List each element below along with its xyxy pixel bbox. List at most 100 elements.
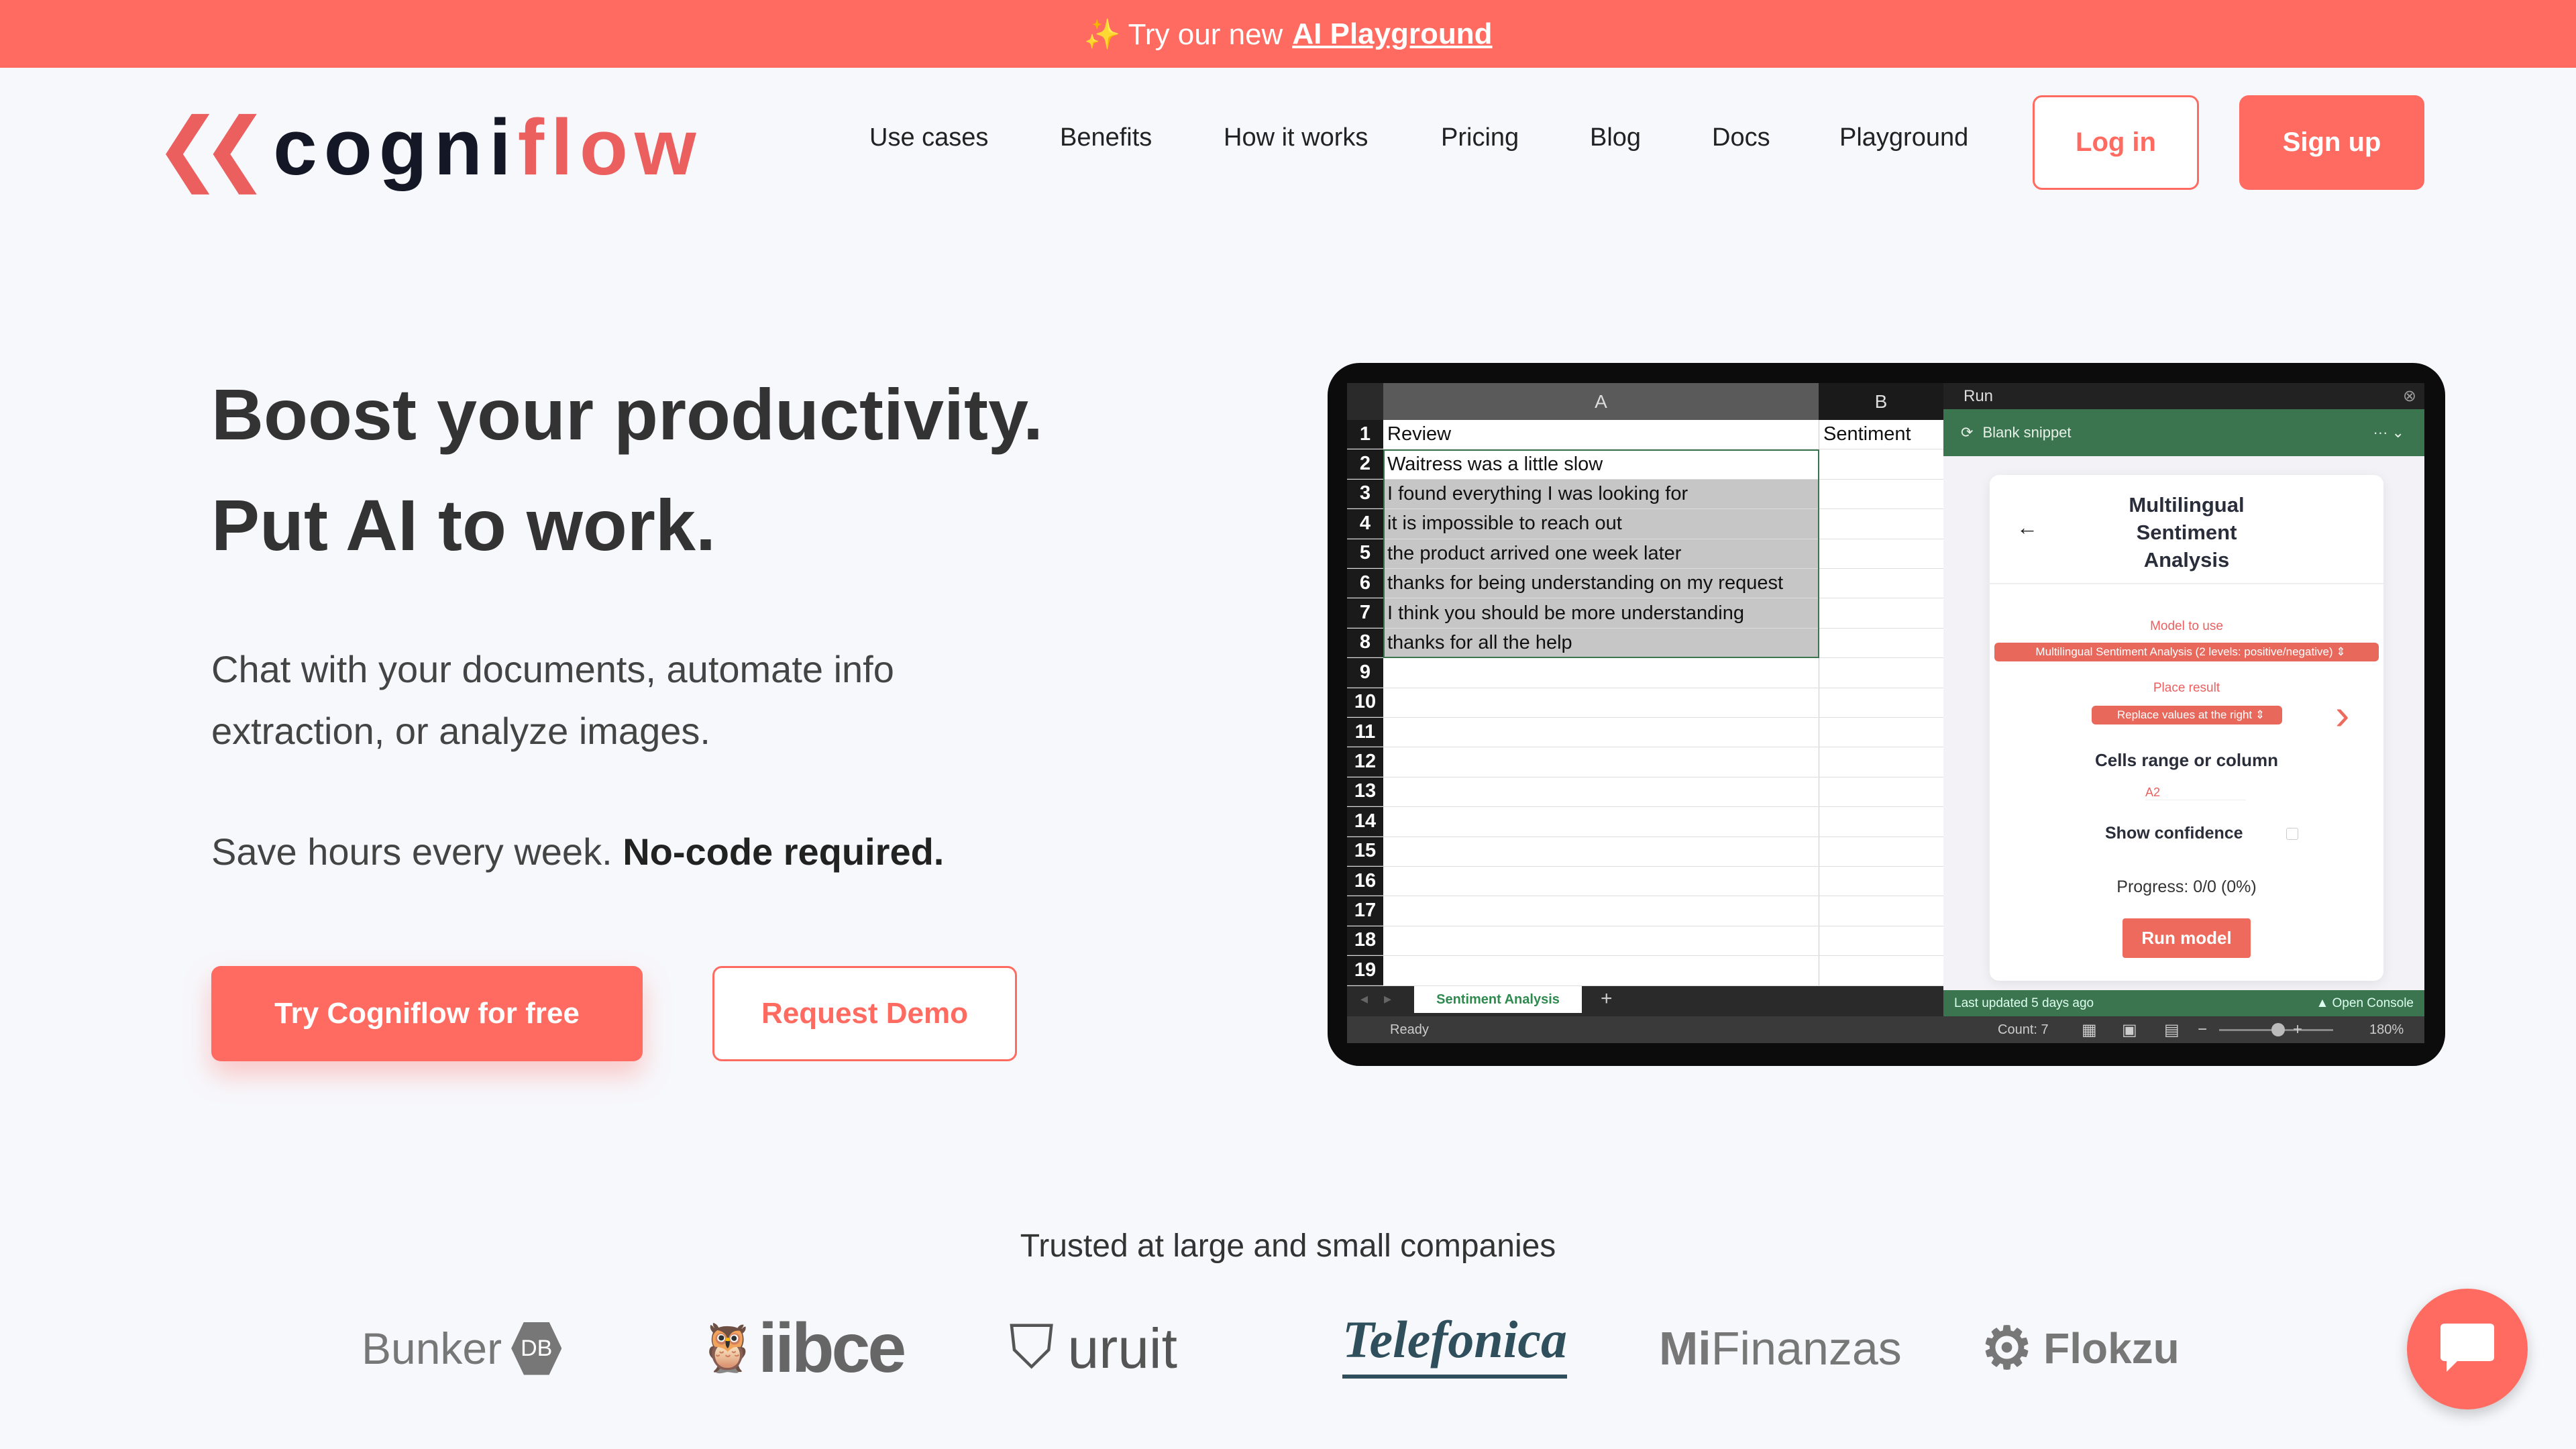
cell-b[interactable] — [1819, 598, 1934, 628]
select-all-corner[interactable] — [1347, 383, 1383, 420]
place-result-select[interactable]: Replace values at the right ⇕ — [2092, 706, 2282, 724]
row-number[interactable]: 13 — [1347, 777, 1383, 807]
cell-a[interactable]: the product arrived one week later — [1383, 539, 1819, 568]
chat-widget-button[interactable] — [2407, 1289, 2528, 1409]
page-layout-icon[interactable]: ▣ — [2122, 1020, 2137, 1040]
cell-a[interactable] — [1383, 956, 1819, 985]
hero-description-line-2: extraction, or analyze images. — [211, 710, 710, 752]
hero-description-line-1: Chat with your documents, automate info — [211, 648, 894, 690]
add-sheet-button[interactable]: + — [1601, 987, 1613, 1010]
chevron-right-icon[interactable]: › — [2335, 690, 2349, 739]
zoom-in-button[interactable]: + — [2293, 1020, 2302, 1039]
zoom-level: 180% — [2369, 1022, 2404, 1037]
cell-a[interactable] — [1383, 747, 1819, 776]
cell-a[interactable] — [1383, 658, 1819, 687]
cell-a[interactable]: it is impossible to reach out — [1383, 509, 1819, 539]
row-number[interactable]: 19 — [1347, 956, 1383, 985]
row-number[interactable]: 9 — [1347, 658, 1383, 688]
open-console-button[interactable]: ▲ Open Console — [2316, 996, 2414, 1011]
row-number[interactable]: 2 — [1347, 449, 1383, 479]
column-header-b[interactable]: B — [1819, 383, 1943, 420]
model-select[interactable]: Multilingual Sentiment Analysis (2 level… — [1994, 643, 2379, 661]
row-number[interactable]: 7 — [1347, 598, 1383, 628]
cell-b[interactable] — [1819, 479, 1934, 509]
cell-a[interactable]: Waitress was a little slow — [1383, 449, 1819, 478]
close-icon[interactable]: ⊗ — [2403, 383, 2416, 409]
confidence-checkbox[interactable] — [2286, 828, 2298, 840]
nav-use-cases[interactable]: Use cases — [869, 121, 988, 154]
cell-a[interactable]: I think you should be more understanding — [1383, 598, 1819, 628]
cell-b[interactable] — [1819, 449, 1934, 479]
zoom-slider[interactable] — [2219, 1023, 2333, 1036]
row-number[interactable]: 16 — [1347, 867, 1383, 896]
cell-b[interactable] — [1819, 628, 1934, 658]
cell-a[interactable]: Review — [1383, 420, 1819, 449]
cell-a[interactable] — [1383, 867, 1819, 896]
cell-b[interactable] — [1819, 569, 1934, 598]
row-number[interactable]: 4 — [1347, 509, 1383, 539]
cell-b[interactable] — [1819, 807, 1934, 837]
cell-b[interactable] — [1819, 718, 1934, 747]
column-header-a[interactable]: A — [1383, 383, 1819, 420]
cell-a[interactable] — [1383, 837, 1819, 866]
run-panel-title: Run — [1964, 387, 1994, 405]
cell-b[interactable] — [1819, 509, 1934, 539]
cell-a[interactable] — [1383, 777, 1819, 806]
signup-button[interactable]: Sign up — [2239, 95, 2424, 190]
nav-docs[interactable]: Docs — [1712, 121, 1770, 154]
row-number[interactable]: 5 — [1347, 539, 1383, 568]
cell-b[interactable] — [1819, 896, 1934, 926]
row-number[interactable]: 12 — [1347, 747, 1383, 777]
try-free-button[interactable]: Try Cogniflow for free — [211, 966, 643, 1061]
cell-a[interactable] — [1383, 926, 1819, 955]
nav-pricing[interactable]: Pricing — [1441, 121, 1519, 154]
row-number[interactable]: 3 — [1347, 479, 1383, 509]
row-number[interactable]: 10 — [1347, 688, 1383, 717]
cogniflow-logo[interactable]: ❮❮ cogni flow — [154, 103, 703, 193]
zoom-out-button[interactable]: − — [2198, 1020, 2207, 1039]
row-number[interactable]: 14 — [1347, 807, 1383, 837]
run-model-button[interactable]: Run model — [2123, 918, 2251, 958]
cell-b[interactable] — [1819, 837, 1934, 866]
cell-b[interactable] — [1819, 956, 1934, 985]
row-number[interactable]: 1 — [1347, 420, 1383, 449]
cell-b[interactable] — [1819, 688, 1934, 717]
cell-b[interactable] — [1819, 658, 1934, 688]
nav-blog[interactable]: Blog — [1590, 121, 1641, 154]
refresh-icon[interactable]: ⟳ — [1961, 424, 1973, 441]
row-number[interactable]: 18 — [1347, 926, 1383, 956]
nav-how-it-works[interactable]: How it works — [1224, 121, 1368, 154]
zoom-slider-knob[interactable] — [2271, 1023, 2285, 1036]
row-number[interactable]: 6 — [1347, 569, 1383, 598]
cell-a[interactable] — [1383, 807, 1819, 836]
cell-a[interactable] — [1383, 718, 1819, 747]
scroll-left-icon[interactable]: ◂ — [1360, 990, 1368, 1008]
row-number[interactable]: 11 — [1347, 718, 1383, 747]
scroll-right-icon[interactable]: ▸ — [1384, 990, 1391, 1008]
cell-a[interactable]: thanks for being understanding on my req… — [1383, 569, 1819, 598]
range-input[interactable]: A2 — [2145, 786, 2246, 800]
cell-b[interactable] — [1819, 747, 1934, 777]
normal-view-icon[interactable]: ▦ — [2082, 1020, 2097, 1040]
cell-a[interactable]: thanks for all the help — [1383, 628, 1819, 658]
login-button[interactable]: Log in — [2033, 95, 2199, 190]
cell-b[interactable] — [1819, 867, 1934, 896]
cell-a[interactable] — [1383, 688, 1819, 717]
cell-b[interactable] — [1819, 539, 1934, 568]
cell-b[interactable]: Sentiment — [1819, 420, 1934, 449]
cell-b[interactable] — [1819, 777, 1934, 807]
page-break-icon[interactable]: ▤ — [2164, 1020, 2180, 1040]
spreadsheet-row: 1 Review Sentiment — [1347, 420, 1943, 450]
ai-playground-link[interactable]: AI Playground — [1292, 17, 1492, 51]
snippet-menu-icon[interactable]: ··· ⌄ — [2373, 424, 2404, 441]
cell-b[interactable] — [1819, 926, 1934, 956]
sheet-tab-sentiment-analysis[interactable]: Sentiment Analysis — [1414, 986, 1582, 1013]
row-number[interactable]: 8 — [1347, 628, 1383, 658]
cell-a[interactable]: I found everything I was looking for — [1383, 479, 1819, 509]
cell-a[interactable] — [1383, 896, 1819, 925]
row-number[interactable]: 15 — [1347, 837, 1383, 866]
nav-playground[interactable]: Playground — [1839, 121, 1968, 154]
nav-benefits[interactable]: Benefits — [1060, 121, 1152, 154]
row-number[interactable]: 17 — [1347, 896, 1383, 926]
request-demo-button[interactable]: Request Demo — [712, 966, 1017, 1061]
